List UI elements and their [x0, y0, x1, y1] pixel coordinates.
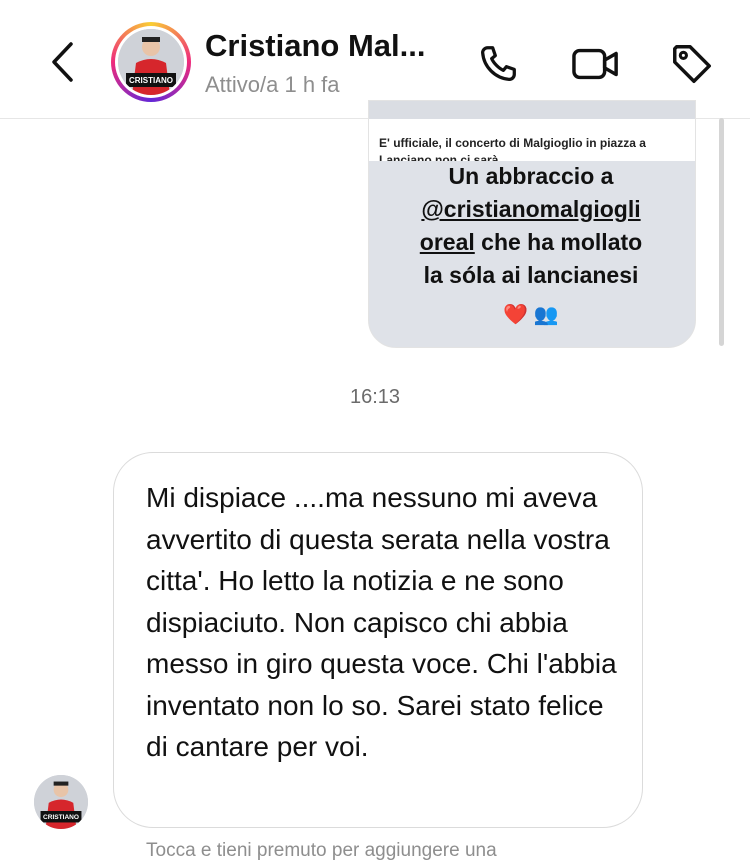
- video-call-button[interactable]: [570, 38, 622, 90]
- call-button[interactable]: [472, 38, 524, 90]
- tag-button[interactable]: [666, 38, 718, 90]
- story-emojis: ❤️ 👥: [503, 304, 559, 326]
- contact-avatar[interactable]: CRISTIANO: [111, 22, 191, 102]
- chevron-left-icon: [52, 42, 73, 82]
- message-bubble[interactable]: Mi dispiace ....ma nessuno mi aveva avve…: [113, 452, 643, 828]
- contact-status: Attivo/a 1 h fa: [205, 72, 340, 97]
- contact-name[interactable]: Cristiano Mal...: [205, 28, 425, 64]
- svg-text:CRISTIANO: CRISTIANO: [43, 814, 79, 821]
- story-mention[interactable]: @cristianomalgiogli: [368, 193, 694, 226]
- tag-icon: [673, 45, 711, 83]
- message-timestamp: 16:13: [349, 386, 401, 408]
- message-text: Mi dispiace ....ma nessuno mi aveva avve…: [146, 482, 617, 762]
- story-caption: Un abbraccio a @cristianomalgiogli oreal…: [368, 160, 694, 292]
- video-camera-icon: [572, 48, 618, 80]
- sender-avatar[interactable]: CRISTIANO: [34, 775, 88, 829]
- avatar-photo: CRISTIANO: [118, 29, 184, 95]
- svg-text:CRISTIANO: CRISTIANO: [129, 76, 173, 85]
- back-button[interactable]: [42, 38, 82, 86]
- phone-icon: [481, 46, 516, 81]
- story-mention-end[interactable]: oreal: [420, 229, 475, 255]
- scrollbar[interactable]: [719, 118, 724, 346]
